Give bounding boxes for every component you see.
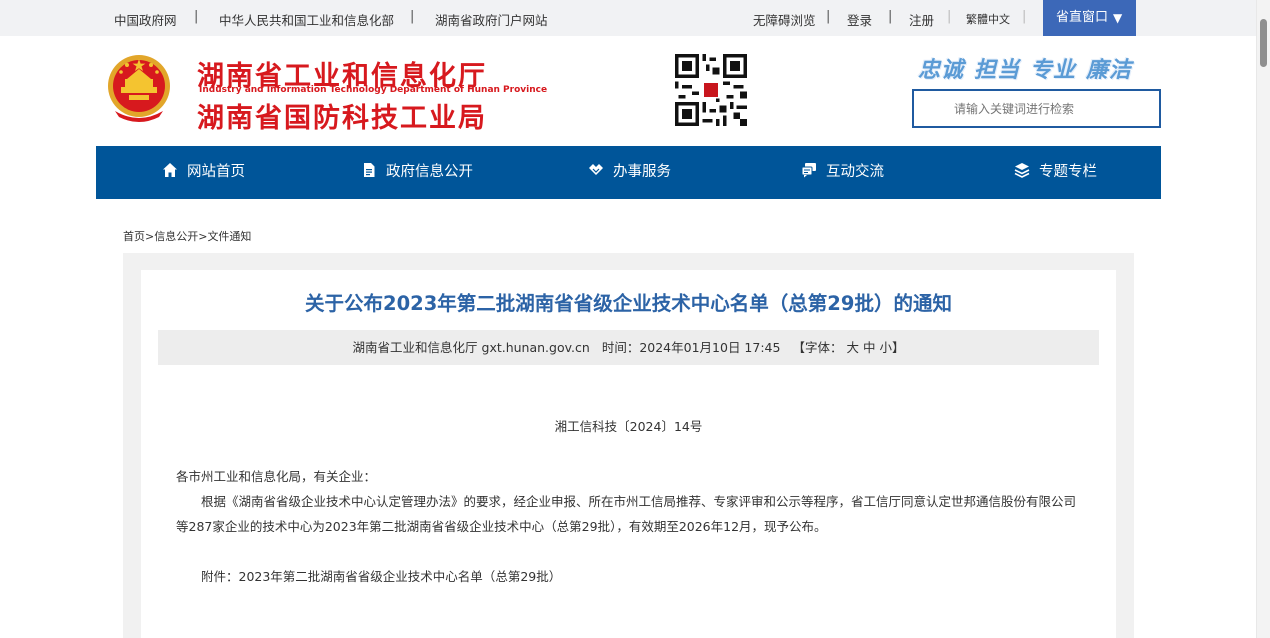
- slogan-professional: 专业: [1030, 58, 1077, 83]
- nav-item-interaction[interactable]: 互动交流: [801, 146, 884, 199]
- home-icon: [163, 163, 177, 177]
- separator: |: [194, 9, 199, 24]
- nav-item-services[interactable]: 办事服务: [588, 146, 671, 199]
- article-body-line: 根据《湖南省省级企业技术中心认定管理办法》的要求，经企业申报、所在市州工信局推荐…: [201, 494, 1077, 509]
- accessibility-link[interactable]: 无障碍浏览: [753, 10, 816, 29]
- article-time-value: 2024年01月10日 17:45: [639, 340, 781, 355]
- login-link[interactable]: 登录: [847, 10, 872, 29]
- national-emblem-icon: [108, 55, 170, 122]
- article-salutation: 各市州工业和信息化局，有关企业：: [176, 469, 377, 484]
- traditional-chinese-link[interactable]: 繁體中文: [966, 11, 1010, 27]
- slogan-responsibility: 担当: [974, 58, 1021, 83]
- link-hunan-gov[interactable]: 湖南省政府门户网站: [435, 10, 548, 29]
- separator: |: [888, 9, 893, 24]
- site-search-box: [912, 89, 1161, 128]
- nav-label: 互动交流: [826, 164, 884, 180]
- link-china-gov[interactable]: 中国政府网: [114, 10, 177, 29]
- chat-icon: [801, 163, 816, 178]
- breadcrumb: 首页>信息公开>文件通知: [123, 228, 251, 244]
- slogan-loyalty: 忠诚: [918, 58, 965, 83]
- article-attachment: 附件：2023年第二批湖南省省级企业技术中心名单（总第29批）: [201, 569, 562, 584]
- register-link[interactable]: 注册: [909, 10, 934, 29]
- separator: |: [947, 9, 952, 24]
- page-scrollbar[interactable]: [1256, 0, 1270, 638]
- separator: |: [826, 9, 831, 24]
- nav-label: 政府信息公开: [386, 164, 473, 180]
- province-window-dropdown[interactable]: 省直窗口 ▼: [1043, 0, 1136, 36]
- font-size-label: 【字体：: [792, 340, 843, 355]
- handshake-icon: [589, 164, 603, 175]
- separator: |: [410, 9, 415, 24]
- article-time-label: 时间：: [601, 340, 640, 355]
- article-source: 湖南省工业和信息化厅 gxt.hunan.gov.cn: [352, 340, 590, 355]
- qr-code-icon: [675, 54, 747, 126]
- font-large-button[interactable]: 大: [846, 340, 859, 355]
- font-small-button[interactable]: 小】: [879, 340, 904, 355]
- logo-title-secondary: 湖南省国防科技工业局: [197, 103, 487, 134]
- slogan-banner: 忠诚 担当 专业 廉洁: [918, 52, 1142, 84]
- article-title: 关于公布2023年第二批湖南省省级企业技术中心名单（总第29批）的通知: [305, 292, 952, 315]
- nav-item-home[interactable]: 网站首页: [162, 146, 245, 199]
- province-window-label: 省直窗口: [1056, 10, 1109, 25]
- top-utility-bar: 中国政府网 | 中华人民共和国工业和信息化部 | 湖南省政府门户网站 无障碍浏览…: [0, 0, 1256, 36]
- article-body-line: 等287家企业的技术中心为2023年第二批湖南省省级企业技术中心（总第29批），…: [176, 519, 827, 534]
- layers-icon: [1014, 163, 1030, 178]
- caret-down-icon: ▼: [1113, 11, 1123, 25]
- logo-title-english: Industry and Information Technology Depa…: [199, 85, 548, 95]
- article-meta-bar: 湖南省工业和信息化厅 gxt.hunan.gov.cn 时间：2024年01月10…: [158, 330, 1099, 365]
- link-miit[interactable]: 中华人民共和国工业和信息化部: [219, 10, 394, 29]
- document-icon: [364, 163, 375, 177]
- slogan-integrity: 廉洁: [1086, 58, 1133, 83]
- breadcrumb-notices[interactable]: 文件通知: [207, 230, 251, 243]
- breadcrumb-home[interactable]: 首页: [123, 230, 145, 243]
- nav-label: 专题专栏: [1039, 164, 1097, 180]
- nav-label: 网站首页: [187, 164, 245, 180]
- nav-label: 办事服务: [613, 164, 671, 180]
- breadcrumb-separator: >: [145, 230, 155, 243]
- font-medium-button[interactable]: 中: [863, 340, 876, 355]
- main-nav: 网站首页 政府信息公开 办事服务 互动交流 专题专栏: [96, 146, 1161, 199]
- separator: |: [1022, 9, 1027, 24]
- search-input[interactable]: [914, 91, 1159, 126]
- scrollbar-thumb[interactable]: [1260, 19, 1267, 67]
- nav-item-special-topics[interactable]: 专题专栏: [1014, 146, 1097, 199]
- nav-item-gov-info[interactable]: 政府信息公开: [361, 146, 473, 199]
- document-number: 湘工信科技〔2024〕14号: [554, 419, 703, 434]
- breadcrumb-info-public[interactable]: 信息公开: [154, 230, 198, 243]
